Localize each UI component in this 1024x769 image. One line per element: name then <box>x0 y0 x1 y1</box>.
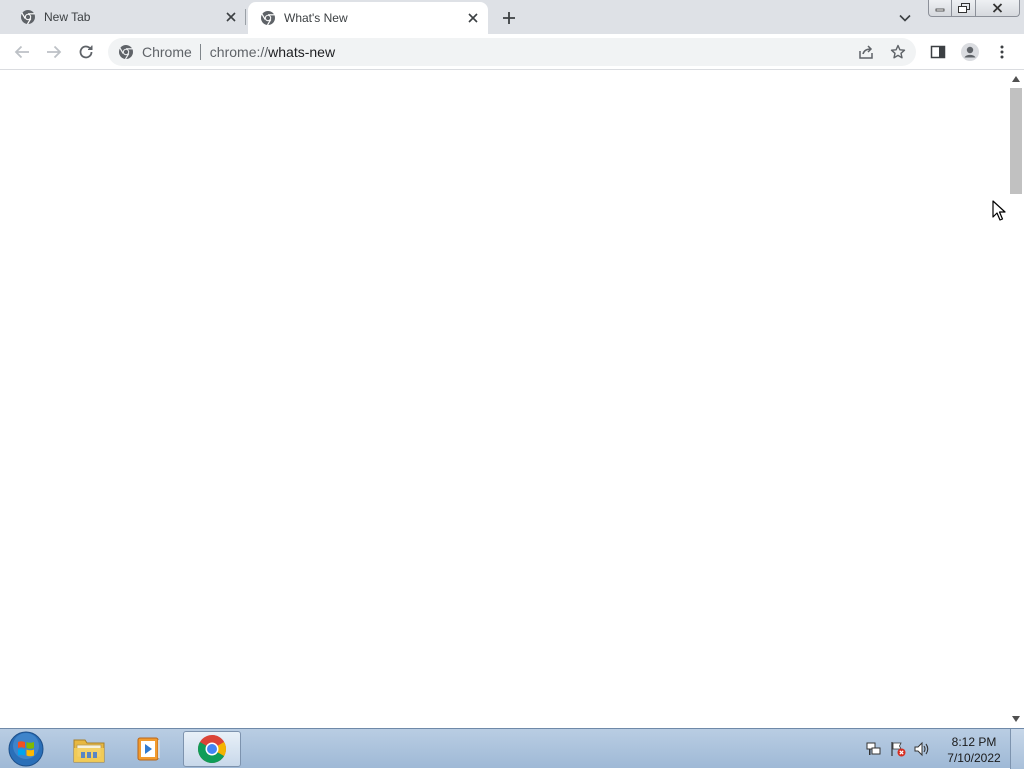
chrome-icon <box>119 45 133 60</box>
share-button[interactable] <box>856 42 876 62</box>
taskbar: 8:12 PM 7/10/2022 <box>0 728 1024 769</box>
url-scheme: chrome:// <box>209 44 269 60</box>
show-desktop-button[interactable] <box>1010 729 1024 769</box>
share-icon <box>859 45 873 59</box>
scroll-down-button[interactable] <box>1012 715 1020 723</box>
taskbar-explorer[interactable] <box>60 731 118 767</box>
tab-search-button[interactable] <box>895 8 915 28</box>
folder-icon <box>73 739 105 763</box>
plus-icon <box>503 12 515 24</box>
clock-time: 8:12 PM <box>951 735 997 749</box>
tab-strip: New Tab What's New <box>0 0 1024 34</box>
more-vert-icon <box>1000 45 1004 59</box>
close-tab-button[interactable] <box>222 8 240 26</box>
url-text: chrome://whats-new <box>210 44 335 60</box>
chrome-logo-icon <box>198 735 226 763</box>
network-tray-button[interactable] <box>866 741 882 757</box>
speaker-icon <box>914 741 929 757</box>
triangle-up-icon <box>1012 76 1020 82</box>
reload-button[interactable] <box>76 42 96 62</box>
network-icon <box>866 742 881 755</box>
tab-title: New Tab <box>44 10 91 24</box>
taskbar-media-player[interactable] <box>120 731 178 767</box>
close-tab-button[interactable] <box>464 9 482 27</box>
tab-whats-new[interactable]: What's New <box>248 2 488 34</box>
chrome-icon <box>261 11 275 26</box>
restore-icon <box>957 2 970 13</box>
site-chip-label: Chrome <box>142 44 192 60</box>
triangle-down-icon <box>1012 716 1020 722</box>
mouse-cursor-icon <box>992 200 1006 221</box>
taskbar-clock[interactable]: 8:12 PM 7/10/2022 <box>940 734 1008 766</box>
bookmark-button[interactable] <box>888 42 908 62</box>
window-controls <box>928 0 1020 18</box>
avatar-icon <box>961 43 979 61</box>
start-button[interactable] <box>6 731 46 767</box>
flag-error-icon <box>891 742 906 757</box>
star-icon <box>890 44 906 59</box>
chrome-icon <box>21 10 35 25</box>
windows-logo-icon <box>8 731 44 767</box>
forward-button[interactable] <box>44 42 64 62</box>
new-tab-button[interactable] <box>498 7 520 29</box>
tab-new-tab[interactable]: New Tab <box>0 0 246 34</box>
reload-icon <box>79 45 93 59</box>
restore-button[interactable] <box>952 0 976 17</box>
minimize-icon <box>935 8 945 12</box>
side-panel-icon <box>930 45 946 59</box>
browser-toolbar: Chrome chrome://whats-new <box>0 34 1024 70</box>
chevron-down-icon <box>899 14 911 22</box>
vertical-scrollbar[interactable] <box>1008 71 1024 728</box>
back-button[interactable] <box>12 42 32 62</box>
close-icon <box>226 12 236 22</box>
media-player-icon <box>137 737 160 761</box>
forward-arrow-icon <box>47 45 62 59</box>
clock-date: 7/10/2022 <box>947 751 1001 765</box>
page-content <box>0 71 1008 728</box>
taskbar-chrome[interactable] <box>183 731 241 767</box>
back-arrow-icon <box>14 45 29 59</box>
volume-tray-button[interactable] <box>914 741 930 757</box>
side-panel-button[interactable] <box>928 42 948 62</box>
action-center-tray-button[interactable] <box>890 741 906 757</box>
profile-button[interactable] <box>960 42 980 62</box>
close-icon <box>468 13 478 23</box>
omnibox-divider <box>199 44 201 60</box>
minimize-button[interactable] <box>928 0 952 17</box>
close-icon <box>992 3 1003 13</box>
scroll-up-button[interactable] <box>1012 75 1020 83</box>
address-bar[interactable]: Chrome chrome://whats-new <box>108 38 916 66</box>
scrollbar-thumb[interactable] <box>1010 88 1022 194</box>
tab-title: What's New <box>284 11 348 25</box>
close-window-button[interactable] <box>976 0 1020 17</box>
url-path: whats-new <box>268 44 336 60</box>
menu-button[interactable] <box>992 42 1012 62</box>
